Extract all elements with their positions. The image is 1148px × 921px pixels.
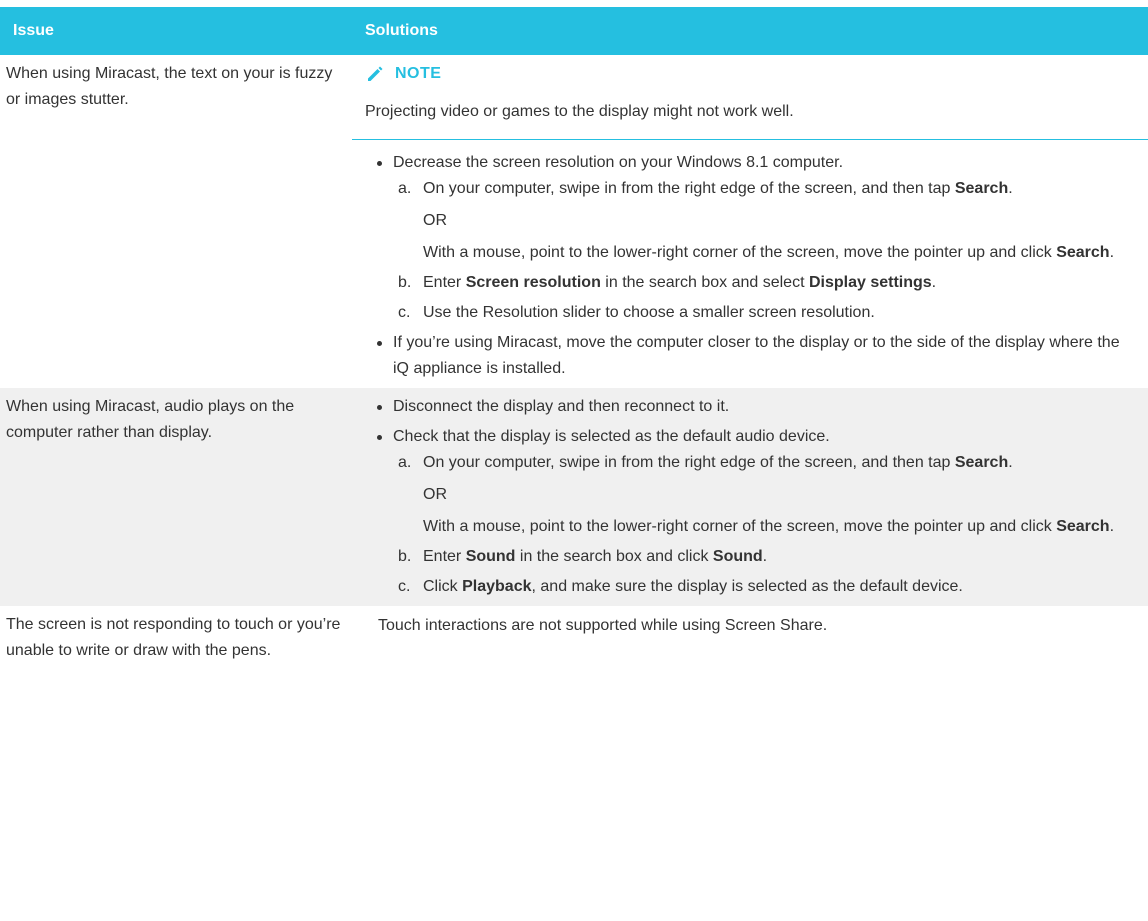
issue-cell: The screen is not responding to touch or… bbox=[0, 606, 352, 672]
step-bold: Screen resolution bbox=[465, 274, 601, 291]
step-text: in the search box and click bbox=[515, 548, 713, 565]
step-list: a. On your computer, swipe in from the r… bbox=[393, 450, 1128, 600]
step-item: a. On your computer, swipe in from the r… bbox=[393, 176, 1128, 266]
note-text: Projecting video or games to the display… bbox=[365, 103, 794, 120]
header-row: Issue Solutions bbox=[0, 7, 1148, 55]
solution-text: Touch interactions are not supported whi… bbox=[378, 617, 828, 634]
step-text: Enter bbox=[423, 274, 466, 291]
step-text: , and make sure the display is selected … bbox=[531, 578, 963, 595]
pencil-icon bbox=[368, 66, 383, 81]
step-bold: Search bbox=[954, 454, 1009, 471]
list-item: Decrease the screen resolution on your W… bbox=[365, 150, 1128, 326]
step-letter: b. bbox=[398, 274, 412, 291]
step-text: . bbox=[931, 274, 937, 291]
bullet-text: If you’re using Miracast, move the compu… bbox=[393, 334, 1120, 377]
step-text: On your computer, swipe in from the righ… bbox=[423, 180, 955, 197]
table-row: When using Miracast, audio plays on the … bbox=[0, 388, 1148, 606]
step-bold: Display settings bbox=[808, 274, 932, 291]
step-item: b. Enter Sound in the search box and cli… bbox=[393, 544, 1128, 570]
solution-cell: NOTE Projecting video or games to the di… bbox=[352, 55, 1148, 388]
issue-cell: When using Miracast, the text on your is… bbox=[0, 55, 352, 388]
step-bold: Sound bbox=[465, 548, 516, 565]
solution-cell: Disconnect the display and then reconnec… bbox=[352, 388, 1148, 606]
step-text-alt-end: . bbox=[1109, 244, 1115, 261]
step-bold-alt: Search bbox=[1056, 244, 1110, 261]
bullet-dot bbox=[377, 405, 382, 410]
bullet-text: Disconnect the display and then reconnec… bbox=[393, 398, 730, 415]
solution-list: Decrease the screen resolution on your W… bbox=[365, 150, 1128, 382]
step-text: Enter bbox=[423, 548, 466, 565]
step-text: Click bbox=[423, 578, 463, 595]
step-item: c. Use the Resolution slider to choose a… bbox=[393, 300, 1128, 326]
note-header: NOTE bbox=[365, 61, 1128, 87]
bullet-text: Check that the display is selected as th… bbox=[393, 428, 830, 445]
step-bold-alt: Search bbox=[1056, 518, 1110, 535]
step-text-alt: With a mouse, point to the lower-right c… bbox=[423, 518, 1057, 535]
solution-cell: Touch interactions are not supported whi… bbox=[352, 606, 1148, 672]
step-list: a. On your computer, swipe in from the r… bbox=[393, 176, 1128, 326]
bullet-dot bbox=[377, 161, 382, 166]
issue-text: When using Miracast, the text on your is… bbox=[6, 65, 333, 108]
step-text: in the search box and select bbox=[600, 274, 809, 291]
bullet-dot bbox=[377, 341, 382, 346]
or-text: OR bbox=[423, 212, 447, 229]
step-bold: Search bbox=[954, 180, 1009, 197]
step-text: . bbox=[762, 548, 768, 565]
step-text-alt-end: . bbox=[1109, 518, 1115, 535]
issue-cell: When using Miracast, audio plays on the … bbox=[0, 388, 352, 606]
step-letter: c. bbox=[398, 304, 411, 321]
note-box: NOTE Projecting video or games to the di… bbox=[365, 61, 1128, 139]
step-item: a. On your computer, swipe in from the r… bbox=[393, 450, 1128, 540]
step-letter: c. bbox=[398, 578, 411, 595]
step-text: Use the Resolution slider to choose a sm… bbox=[423, 304, 875, 321]
table-row: When using Miracast, the text on your is… bbox=[0, 55, 1148, 388]
or-text: OR bbox=[423, 486, 447, 503]
list-item: Disconnect the display and then reconnec… bbox=[365, 394, 1128, 420]
step-text: On your computer, swipe in from the righ… bbox=[423, 454, 955, 471]
note-label: NOTE bbox=[395, 65, 442, 82]
list-item: Check that the display is selected as th… bbox=[365, 424, 1128, 600]
step-text-alt: With a mouse, point to the lower-right c… bbox=[423, 244, 1057, 261]
header-solutions: Solutions bbox=[352, 7, 1148, 55]
step-letter: a. bbox=[398, 180, 412, 197]
bullet-dot bbox=[377, 435, 382, 440]
note-divider bbox=[352, 139, 1148, 140]
troubleshooting-table: Issue Solutions When using Miracast, the… bbox=[0, 7, 1148, 672]
step-letter: b. bbox=[398, 548, 412, 565]
step-text-end: . bbox=[1008, 454, 1013, 471]
step-bold: Sound bbox=[712, 548, 763, 565]
solution-list: Disconnect the display and then reconnec… bbox=[365, 394, 1128, 600]
step-item: b. Enter Screen resolution in the search… bbox=[393, 270, 1128, 296]
step-text-end: . bbox=[1008, 180, 1013, 197]
issue-text: When using Miracast, audio plays on the … bbox=[6, 398, 295, 441]
bullet-text: Decrease the screen resolution on your W… bbox=[393, 154, 844, 171]
issue-text: The screen is not responding to touch or… bbox=[6, 616, 341, 659]
step-letter: a. bbox=[398, 454, 412, 471]
header-issue: Issue bbox=[0, 7, 352, 55]
table-row: The screen is not responding to touch or… bbox=[0, 606, 1148, 672]
step-item: c. Click Playback, and make sure the dis… bbox=[393, 574, 1128, 600]
step-bold: Playback bbox=[462, 578, 532, 595]
list-item: If you’re using Miracast, move the compu… bbox=[365, 330, 1128, 382]
